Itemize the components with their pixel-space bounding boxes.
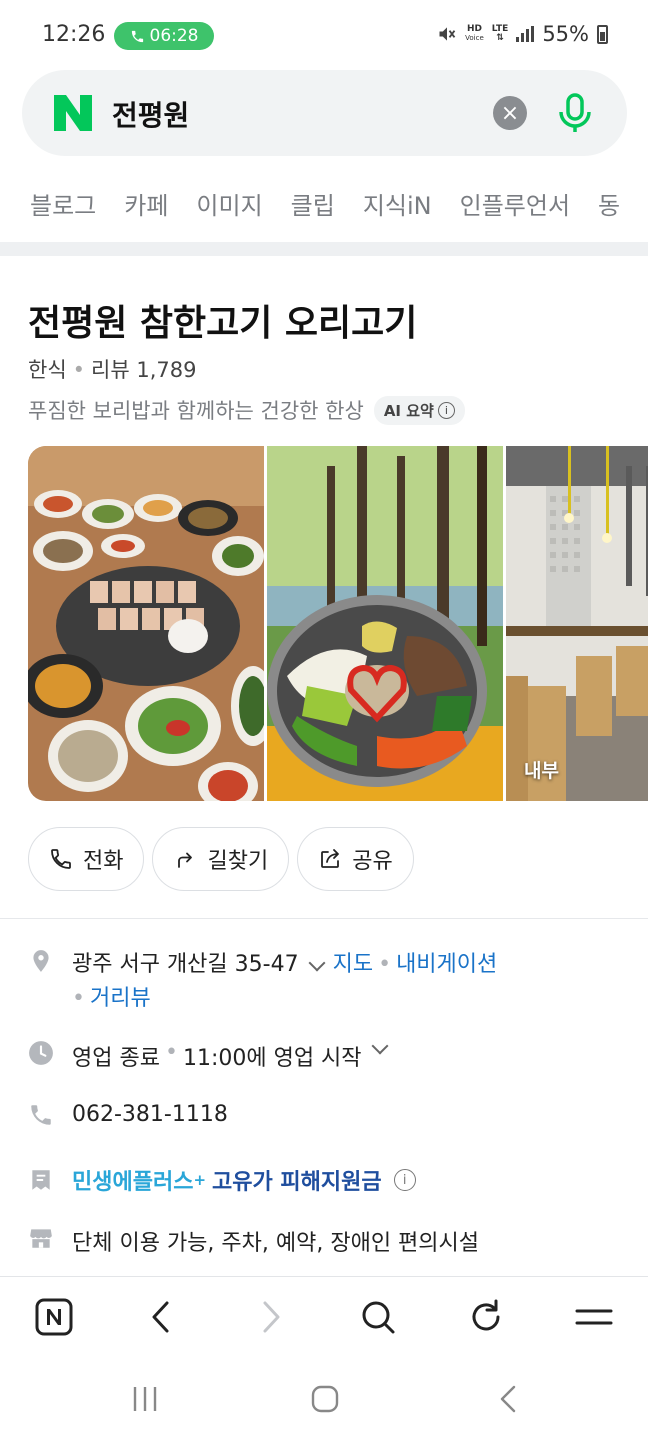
forward-arrow-icon <box>263 1301 280 1333</box>
phone-icon <box>131 30 143 42</box>
search-bar[interactable]: 전평원 × <box>22 70 627 156</box>
photo-carousel[interactable]: 내부 <box>28 446 648 801</box>
signal-icon <box>516 26 535 42</box>
battery-percent: 55% <box>542 22 589 46</box>
tab-kin[interactable]: 지식iN <box>363 186 432 221</box>
hours-row[interactable]: 영업 종료 • 11:00에 영업 시작 <box>28 1037 396 1072</box>
place-description-row: 푸짐한 보리밥과 함께하는 건강한 한상 AI 요약 i <box>28 395 465 425</box>
battery-icon <box>597 24 608 44</box>
phone-icon <box>31 1105 51 1125</box>
info-icon: i <box>437 401 455 419</box>
phone-number[interactable]: 062-381-1118 <box>72 1102 228 1127</box>
phone-row[interactable]: 062-381-1118 <box>28 1102 228 1128</box>
call-timer: 06:28 <box>149 26 199 46</box>
tab-influencer[interactable]: 인플루언서 <box>460 186 570 221</box>
interior-image <box>506 446 648 801</box>
naver-home-button[interactable] <box>34 1297 74 1337</box>
search-icon <box>362 1301 395 1334</box>
naver-logo-icon[interactable] <box>54 95 92 131</box>
photo-food-spread[interactable] <box>28 446 264 801</box>
divider <box>0 918 648 919</box>
menu-button[interactable] <box>574 1297 614 1337</box>
back-button[interactable] <box>142 1297 182 1337</box>
refresh-icon <box>472 1299 500 1331</box>
food-image <box>267 446 503 801</box>
lte-icon: LTE ⇅ <box>491 24 509 43</box>
photo-label: 내부 <box>524 760 559 782</box>
action-buttons: 전화 길찾기 공유 <box>28 827 414 891</box>
naver-home-icon <box>35 1298 73 1336</box>
search-tabs: 블로그 카페 이미지 클립 지식iN 인플루언서 동 <box>30 186 648 226</box>
share-button[interactable]: 공유 <box>297 827 414 891</box>
tab-cafe[interactable]: 카페 <box>124 186 168 221</box>
chevron-down-icon[interactable] <box>308 954 326 972</box>
place-description: 푸짐한 보리밥과 함께하는 건강한 한상 <box>28 399 364 423</box>
recent-apps-icon <box>133 1387 157 1411</box>
home-button[interactable] <box>310 1384 340 1414</box>
tab-images[interactable]: 이미지 <box>196 186 262 221</box>
status-bar: 12:26 06:28 HD Voice LTE ⇅ 55% <box>0 0 648 72</box>
promo-brand: 민생에플러스 <box>72 1170 194 1195</box>
system-back-button[interactable] <box>494 1384 524 1414</box>
hours-status: 영업 종료 <box>72 1046 160 1071</box>
photo-interior[interactable]: 내부 <box>506 446 648 801</box>
mute-icon <box>439 27 456 41</box>
place-title[interactable]: 전평원 참한고기 오리고기 <box>28 294 417 346</box>
system-nav-bar <box>0 1358 648 1440</box>
status-time: 12:26 <box>42 22 106 47</box>
address-text[interactable]: 광주 서구 개산길 35-47 <box>72 952 299 977</box>
map-link[interactable]: 지도 <box>333 952 373 977</box>
chevron-down-icon[interactable] <box>371 1037 389 1055</box>
home-icon <box>311 1385 339 1413</box>
hamburger-menu-icon <box>575 1309 613 1325</box>
hd-voice-icon: HD Voice <box>465 24 484 43</box>
clear-search-button[interactable]: × <box>493 96 527 130</box>
directions-button[interactable]: 길찾기 <box>152 827 290 891</box>
browser-toolbar <box>0 1276 648 1358</box>
street-view-link[interactable]: 거리뷰 <box>90 986 151 1011</box>
status-icons: HD Voice LTE ⇅ 55% <box>437 22 608 46</box>
microphone-icon[interactable] <box>555 92 595 134</box>
forward-button[interactable] <box>250 1297 290 1337</box>
recent-apps-button[interactable] <box>130 1384 160 1414</box>
search-button[interactable] <box>358 1297 398 1337</box>
facilities-row: 단체 이용 가능, 주차, 예약, 장애인 편의시설 <box>28 1225 479 1257</box>
navigation-link[interactable]: 내비게이션 <box>396 952 497 977</box>
call-timer-pill[interactable]: 06:28 <box>114 22 214 50</box>
ai-summary-chip[interactable]: AI 요약 i <box>373 395 465 425</box>
directions-arrow-icon <box>178 852 193 868</box>
section-divider <box>0 242 648 256</box>
address-row: 광주 서구 개산길 35-47 지도 • 내비게이션 • 거리뷰 <box>28 948 628 1016</box>
clock-icon <box>29 1041 53 1065</box>
tab-video[interactable]: 동 <box>598 186 620 221</box>
refresh-button[interactable] <box>466 1297 506 1337</box>
back-chevron-icon <box>500 1385 516 1413</box>
hours-next-open: 11:00에 영업 시작 <box>182 1046 362 1071</box>
facilities-text: 단체 이용 가능, 주차, 예약, 장애인 편의시설 <box>72 1231 480 1256</box>
photo-bibimbap[interactable] <box>267 446 503 801</box>
review-count-link[interactable]: 리뷰 1,789 <box>91 358 196 382</box>
location-pin-icon <box>33 950 49 972</box>
search-input[interactable]: 전평원 <box>112 94 189 134</box>
tab-clip[interactable]: 클립 <box>291 186 335 221</box>
back-arrow-icon <box>152 1301 169 1333</box>
food-image <box>28 446 264 801</box>
store-icon <box>30 1229 52 1248</box>
tab-blog[interactable]: 블로그 <box>30 186 96 221</box>
share-icon <box>321 849 340 868</box>
phone-icon <box>51 849 71 869</box>
place-meta: 한식 • 리뷰 1,789 <box>28 358 197 382</box>
promo-text: 고유가 피해지원금 <box>212 1170 382 1195</box>
promo-row[interactable]: 민생에플러스 + 고유가 피해지원금 i <box>28 1164 416 1196</box>
call-button[interactable]: 전화 <box>28 827 145 891</box>
place-category: 한식 <box>28 358 67 382</box>
plus-icon: + <box>193 1171 207 1189</box>
receipt-icon <box>32 1170 50 1190</box>
info-icon[interactable]: i <box>393 1169 416 1191</box>
